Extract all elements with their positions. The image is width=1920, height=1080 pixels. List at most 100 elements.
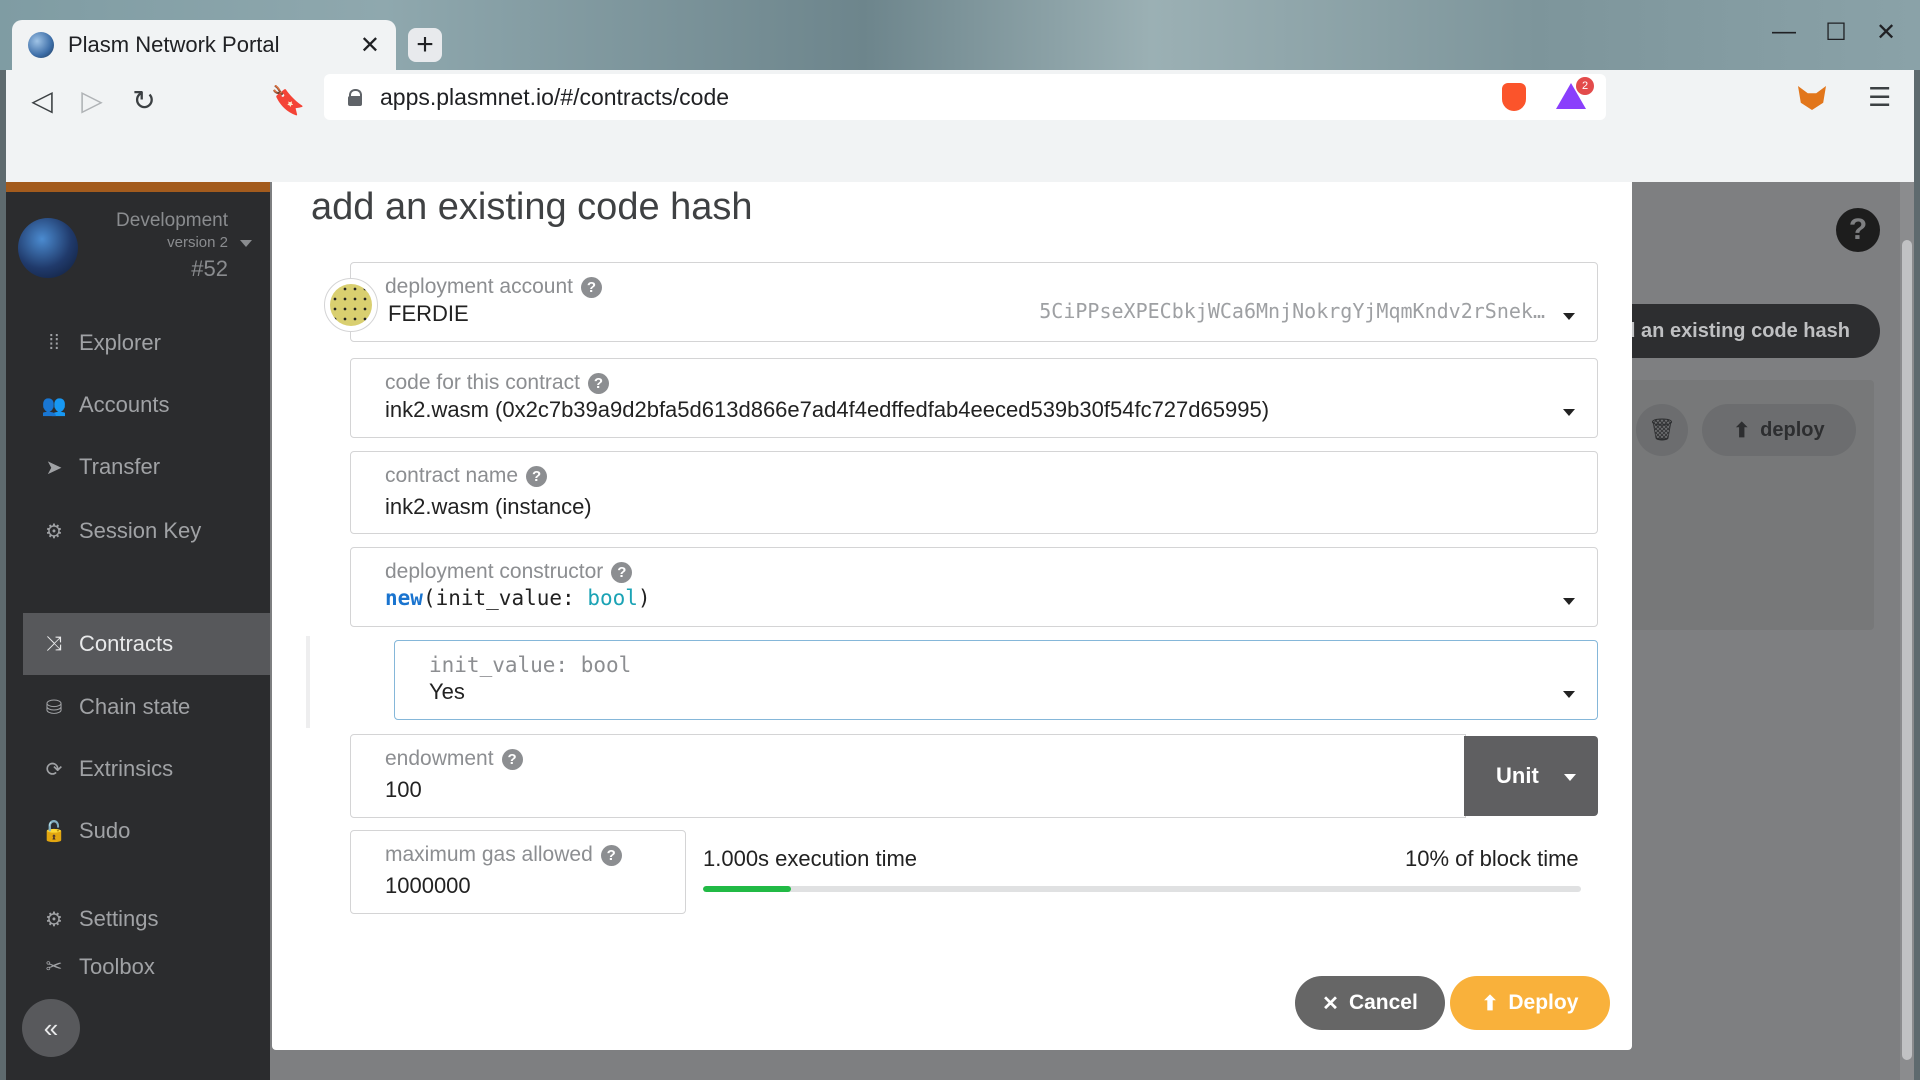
browser-menu-icon[interactable]: ☰ — [1868, 82, 1891, 113]
endowment-input[interactable]: 100 — [385, 777, 422, 803]
sidebar-item-label: Toolbox — [79, 954, 155, 979]
minimize-icon[interactable]: — — [1764, 18, 1804, 46]
dropdown-caret-icon — [1564, 774, 1576, 781]
constructor-label: deployment constructor ? — [385, 560, 633, 584]
sidebar-item-toolbox[interactable]: ✂ Toolbox — [23, 950, 270, 980]
max-gas-label: maximum gas allowed ? — [385, 843, 622, 867]
constructor-dropdown[interactable]: deployment constructor ? new(init_value:… — [350, 547, 1598, 627]
cog-icon: ⚙ — [45, 520, 63, 543]
constructor-signature: new(init_value: bool) — [385, 586, 651, 610]
contract-code-value: ink2.wasm (0x2c7b39a9d2bfa5d613d866e7ad4… — [385, 397, 1270, 422]
question-icon[interactable]: ? — [580, 276, 602, 298]
address-bar[interactable]: apps.plasmnet.io/#/contracts/code 2 — [324, 74, 1606, 120]
sidebar-item-explorer[interactable]: ⁞⁞ Explorer — [23, 312, 270, 374]
contract-code-dropdown[interactable]: code for this contract ? ink2.wasm (0x2c… — [350, 358, 1598, 438]
dropdown-caret-icon[interactable] — [1563, 409, 1575, 416]
lock-icon — [348, 89, 362, 106]
account-address: 5CiPPseXPECbkjWCa6MnjNokrgYjMqmKndv2rSne… — [1039, 299, 1545, 323]
sidebar-item-session-key[interactable]: ⚙ Session Key — [23, 500, 270, 562]
window-close-icon[interactable]: ✕ — [1866, 18, 1906, 47]
help-icon[interactable]: ? — [1836, 208, 1880, 252]
cogs-icon: ⚙ — [45, 908, 63, 931]
sync-icon: ⟳ — [45, 758, 63, 781]
constructor-label-text: deployment constructor — [385, 560, 604, 583]
sidebar-item-chain-state[interactable]: ⛁ Chain state — [23, 676, 270, 738]
sidebar-item-label: Contracts — [79, 631, 174, 656]
block-number: #52 — [191, 256, 228, 281]
plasm-favicon-icon — [28, 32, 54, 58]
question-icon[interactable]: ? — [526, 465, 548, 487]
url-text[interactable]: apps.plasmnet.io/#/contracts/code — [380, 84, 1502, 111]
sidebar-item-label: Chain state — [79, 694, 191, 719]
tab-close-icon[interactable]: ✕ — [360, 31, 380, 60]
reload-icon[interactable]: ↻ — [124, 84, 164, 117]
forward-icon[interactable]: ▷ — [72, 84, 112, 117]
deploy-button[interactable]: ⬆ Deploy — [1450, 976, 1610, 1030]
chain-dropdown-caret-icon[interactable] — [240, 240, 252, 247]
new-tab-button[interactable]: + — [408, 28, 442, 62]
page-scrollbar-thumb[interactable] — [1902, 240, 1912, 1060]
sidebar-item-sudo[interactable]: 🔓 Sudo — [23, 800, 270, 862]
endowment-field[interactable]: endowment ? 100 — [350, 734, 1466, 818]
constructor-close: ) — [637, 586, 651, 610]
bookmark-icon[interactable]: 🔖 — [268, 84, 308, 117]
dropdown-caret-icon[interactable] — [1563, 313, 1575, 320]
dropdown-caret-icon[interactable] — [1563, 691, 1575, 698]
block-time-text: 10% of block time — [1405, 846, 1579, 871]
browser-titlebar: Plasm Network Portal ✕ + — ☐ ✕ — [0, 0, 1920, 70]
sidebar-item-label: Transfer — [79, 454, 161, 479]
database-icon: ⛁ — [45, 696, 63, 719]
trash-icon[interactable]: 🗑 — [1636, 404, 1688, 456]
init-value-label: init_value: bool — [429, 653, 632, 677]
account-name: FERDIE — [388, 301, 469, 326]
back-icon[interactable]: ◁ — [22, 84, 62, 117]
max-gas-label-text: maximum gas allowed — [385, 843, 593, 866]
init-value-dropdown[interactable]: init_value: bool Yes — [394, 640, 1598, 720]
browser-tab[interactable]: Plasm Network Portal ✕ — [12, 20, 396, 70]
modal-title: add an existing code hash — [311, 186, 753, 228]
collapse-sidebar-button[interactable]: « — [22, 999, 80, 1057]
sidebar-item-transfer[interactable]: ➤ Transfer — [23, 436, 270, 498]
max-gas-field[interactable]: maximum gas allowed ? 1000000 — [350, 830, 686, 914]
contract-code-label-text: code for this contract — [385, 371, 580, 394]
endowment-label-text: endowment — [385, 747, 494, 770]
endowment-label: endowment ? — [385, 747, 523, 771]
question-icon[interactable]: ? — [501, 748, 523, 770]
sidebar-item-label: Sudo — [79, 818, 131, 843]
dropdown-caret-icon[interactable] — [1563, 598, 1575, 605]
card-deploy-button[interactable]: ⬆ deploy — [1702, 404, 1856, 456]
metamask-fox-icon[interactable] — [1798, 86, 1826, 110]
account-identicon — [324, 278, 378, 332]
explorer-icon: ⁞⁞ — [48, 331, 60, 354]
compress-icon: ⤨ — [46, 632, 62, 655]
cancel-button[interactable]: ✕ Cancel — [1295, 976, 1445, 1030]
tab-title: Plasm Network Portal — [68, 32, 280, 57]
identicon-pattern — [330, 284, 372, 326]
add-code-hash-label: Add an existing code hash — [1596, 319, 1850, 342]
sidebar-item-contracts[interactable]: ⤨ Contracts — [23, 613, 270, 675]
unit-label: Unit — [1496, 763, 1539, 788]
question-icon[interactable]: ? — [611, 561, 633, 583]
sidebar-item-settings[interactable]: ⚙ Settings — [23, 888, 270, 950]
chain-name[interactable]: Development — [116, 210, 228, 232]
constructor-open: ( — [422, 586, 436, 610]
contract-name-field[interactable]: contract name ? ink2.wasm (instance) — [350, 451, 1598, 534]
brave-rewards-icon[interactable]: 2 — [1556, 77, 1594, 111]
question-icon[interactable]: ? — [600, 844, 622, 866]
brave-shields-icon[interactable] — [1502, 83, 1526, 111]
deployment-account-label: deployment account ? — [385, 275, 602, 299]
chain-version[interactable]: version 2 — [167, 234, 228, 251]
sidebar-item-accounts[interactable]: 👥 Accounts — [23, 374, 270, 436]
sidebar-item-extrinsics[interactable]: ⟳ Extrinsics — [23, 738, 270, 800]
contract-code-label: code for this contract ? — [385, 371, 609, 395]
question-icon[interactable]: ? — [587, 372, 609, 394]
deploy-label: Deploy — [1508, 991, 1579, 1014]
app-sidebar: Development version 2 #52 ⁞⁞ Explorer 👥 … — [6, 182, 270, 1080]
max-gas-input[interactable]: 1000000 — [385, 873, 471, 899]
unit-dropdown[interactable]: Unit — [1464, 736, 1598, 816]
params-indent-line — [306, 636, 310, 728]
contract-name-input[interactable]: ink2.wasm (instance) — [385, 494, 592, 520]
maximize-icon[interactable]: ☐ — [1816, 18, 1856, 47]
card-deploy-label: deploy — [1760, 418, 1825, 441]
deployment-account-dropdown[interactable]: deployment account ? FERDIE 5CiPPseXPECb… — [350, 262, 1598, 342]
